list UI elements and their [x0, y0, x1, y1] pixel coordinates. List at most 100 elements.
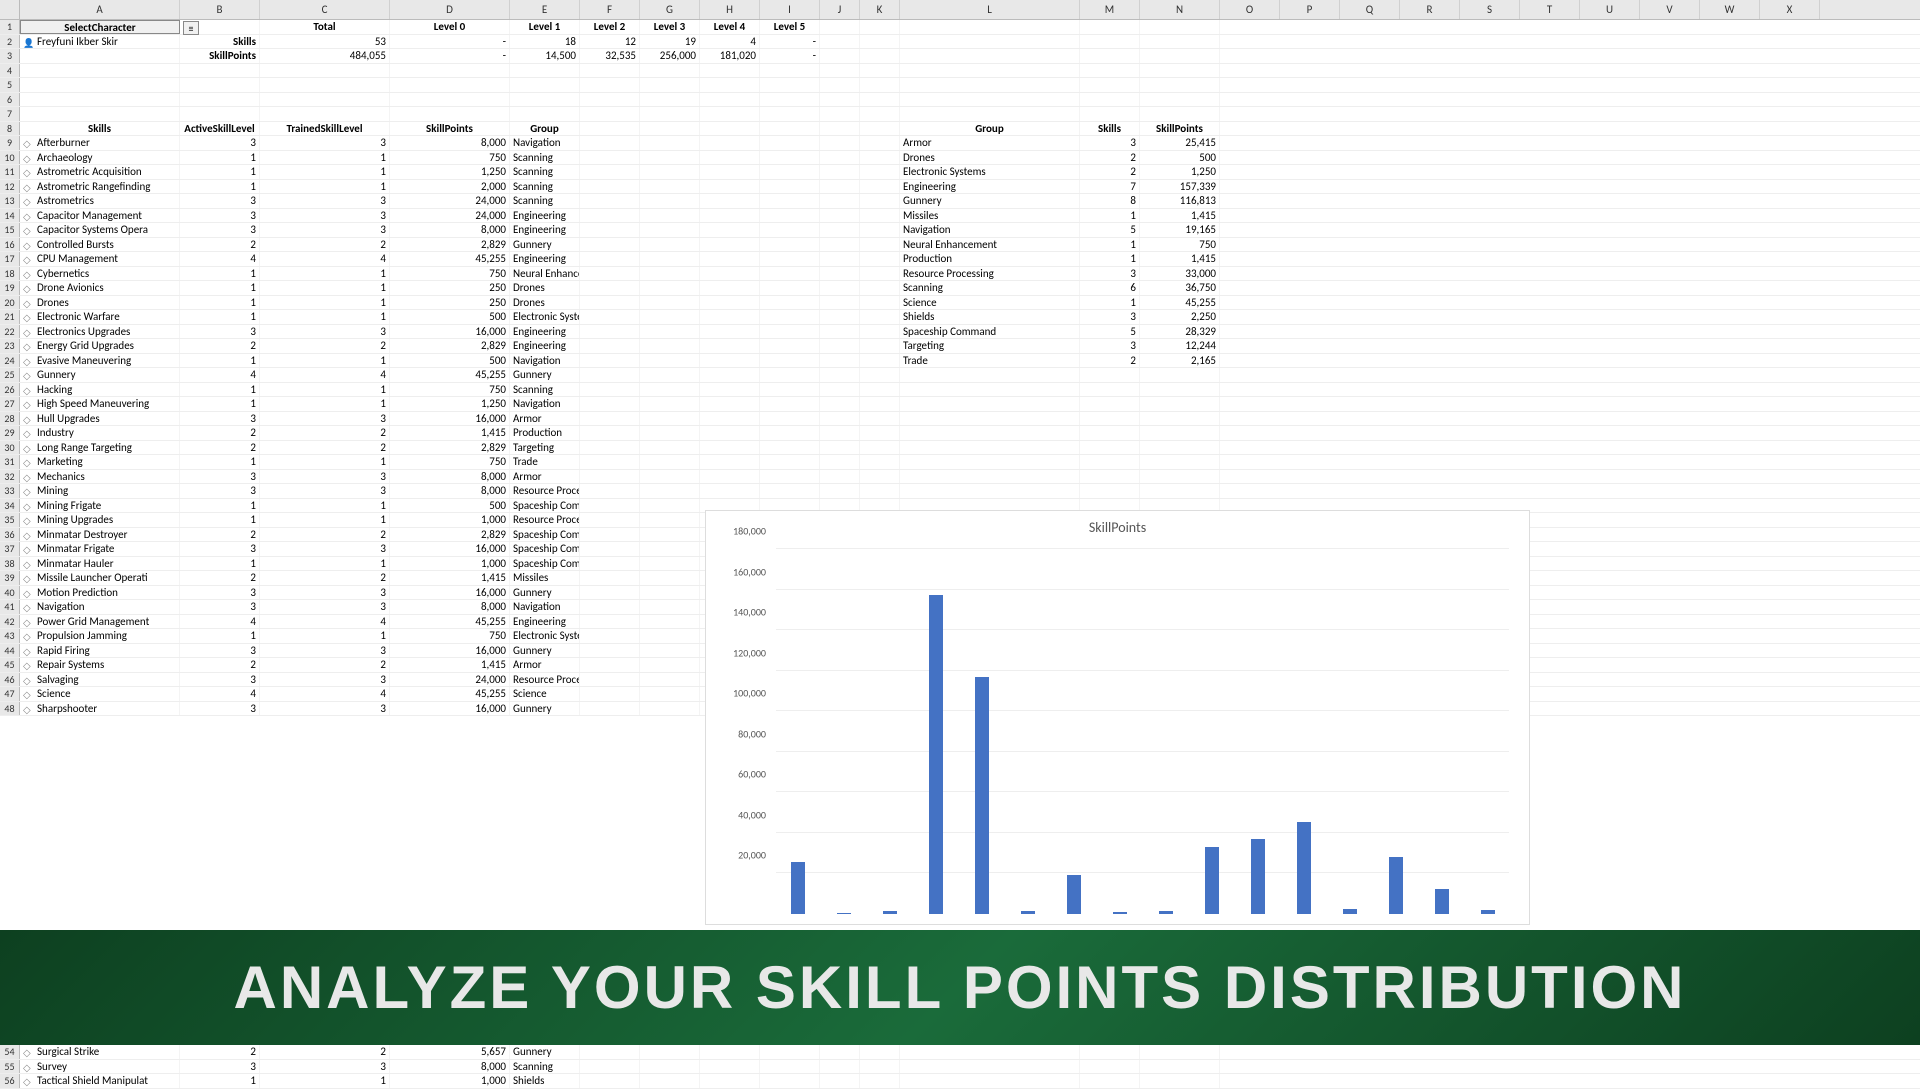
cell-A1[interactable]: SelectCharacter [20, 20, 180, 34]
cell-D20[interactable]: 250 [390, 296, 510, 310]
cell-L10[interactable]: Drones [900, 151, 1080, 165]
cell-E23[interactable]: Engineering [510, 339, 580, 353]
cell-D33[interactable]: 8,000 [390, 484, 510, 498]
cell-A46[interactable]: Salvaging [20, 673, 180, 687]
cell-D2[interactable]: - [390, 35, 510, 49]
cell-E20[interactable]: Drones [510, 296, 580, 310]
cell-E24[interactable]: Navigation [510, 354, 580, 368]
cell-F9[interactable] [580, 136, 640, 150]
cell-H12[interactable] [700, 180, 760, 194]
row-number[interactable]: 24 [0, 354, 20, 368]
cell-N6[interactable] [1140, 93, 1220, 107]
cell-M2[interactable] [1080, 35, 1140, 49]
cell-E7[interactable] [510, 107, 580, 121]
cell-N5[interactable] [1140, 78, 1220, 92]
cell-L55[interactable] [900, 1060, 1080, 1074]
cell-B38[interactable]: 1 [180, 557, 260, 571]
cell-F33[interactable] [580, 484, 640, 498]
cell-N15[interactable]: 19,165 [1140, 223, 1220, 237]
cell-C6[interactable] [260, 93, 390, 107]
row-number[interactable]: 38 [0, 557, 20, 571]
cell-H11[interactable] [700, 165, 760, 179]
cell-D6[interactable] [390, 93, 510, 107]
cell-C27[interactable]: 1 [260, 397, 390, 411]
cell-G40[interactable] [640, 586, 700, 600]
row-number[interactable]: 21 [0, 310, 20, 324]
cell-J29[interactable] [820, 426, 860, 440]
cell-C4[interactable] [260, 64, 390, 78]
cell-F56[interactable] [580, 1074, 640, 1088]
cell-B47[interactable]: 4 [180, 687, 260, 701]
chart-bar-13[interactable] [1389, 857, 1403, 914]
cell-I8[interactable] [760, 122, 820, 136]
cell-C31[interactable]: 1 [260, 455, 390, 469]
cell-N18[interactable]: 33,000 [1140, 267, 1220, 281]
cell-A16[interactable]: Controlled Bursts [20, 238, 180, 252]
cell-B31[interactable]: 1 [180, 455, 260, 469]
cell-C55[interactable]: 3 [260, 1060, 390, 1074]
cell-H27[interactable] [700, 397, 760, 411]
cell-B28[interactable]: 3 [180, 412, 260, 426]
cell-K10[interactable] [860, 151, 900, 165]
cell-I10[interactable] [760, 151, 820, 165]
cell-I30[interactable] [760, 441, 820, 455]
cell-F36[interactable] [580, 528, 640, 542]
cell-H30[interactable] [700, 441, 760, 455]
cell-F22[interactable] [580, 325, 640, 339]
cell-G5[interactable] [640, 78, 700, 92]
cell-L3[interactable] [900, 49, 1080, 63]
cell-M31[interactable] [1080, 455, 1140, 469]
cell-D31[interactable]: 750 [390, 455, 510, 469]
chart-bar-14[interactable] [1435, 889, 1449, 914]
cell-D56[interactable]: 1,000 [390, 1074, 510, 1088]
cell-H10[interactable] [700, 151, 760, 165]
cell-H6[interactable] [700, 93, 760, 107]
cell-K33[interactable] [860, 484, 900, 498]
cell-M33[interactable] [1080, 484, 1140, 498]
cell-C30[interactable]: 2 [260, 441, 390, 455]
row-number[interactable]: 25 [0, 368, 20, 382]
cell-D18[interactable]: 750 [390, 267, 510, 281]
chart-bar-0[interactable] [791, 862, 805, 914]
cell-D1[interactable]: Level 0 [390, 20, 510, 34]
cell-L21[interactable]: Shields [900, 310, 1080, 324]
cell-B14[interactable]: 3 [180, 209, 260, 223]
cell-A3[interactable] [20, 49, 180, 63]
cell-D4[interactable] [390, 64, 510, 78]
cell-M7[interactable] [1080, 107, 1140, 121]
cell-B40[interactable]: 3 [180, 586, 260, 600]
cell-A45[interactable]: Repair Systems [20, 658, 180, 672]
row-number[interactable]: 31 [0, 455, 20, 469]
cell-F15[interactable] [580, 223, 640, 237]
cell-L33[interactable] [900, 484, 1080, 498]
col-header-S[interactable]: S [1460, 0, 1520, 19]
cell-D47[interactable]: 45,255 [390, 687, 510, 701]
cell-C19[interactable]: 1 [260, 281, 390, 295]
cell-K29[interactable] [860, 426, 900, 440]
cell-M18[interactable]: 3 [1080, 267, 1140, 281]
cell-D3[interactable]: - [390, 49, 510, 63]
cell-B8[interactable]: ActiveSkillLevel [180, 122, 260, 136]
cell-F48[interactable] [580, 702, 640, 716]
cell-N26[interactable] [1140, 383, 1220, 397]
cell-B56[interactable]: 1 [180, 1074, 260, 1088]
cell-C23[interactable]: 2 [260, 339, 390, 353]
cell-C34[interactable]: 1 [260, 499, 390, 513]
col-header-N[interactable]: N [1140, 0, 1220, 19]
cell-I11[interactable] [760, 165, 820, 179]
cell-M6[interactable] [1080, 93, 1140, 107]
cell-A10[interactable]: Archaeology [20, 151, 180, 165]
cell-E37[interactable]: Spaceship Command [510, 542, 580, 556]
col-header-U[interactable]: U [1580, 0, 1640, 19]
row-number[interactable]: 28 [0, 412, 20, 426]
cell-F11[interactable] [580, 165, 640, 179]
cell-F17[interactable] [580, 252, 640, 266]
cell-D40[interactable]: 16,000 [390, 586, 510, 600]
cell-E54[interactable]: Gunnery [510, 1045, 580, 1059]
cell-F2[interactable]: 12 [580, 35, 640, 49]
chart-bar-2[interactable] [883, 911, 897, 914]
cell-K32[interactable] [860, 470, 900, 484]
cell-G30[interactable] [640, 441, 700, 455]
cell-I23[interactable] [760, 339, 820, 353]
row-number[interactable]: 11 [0, 165, 20, 179]
